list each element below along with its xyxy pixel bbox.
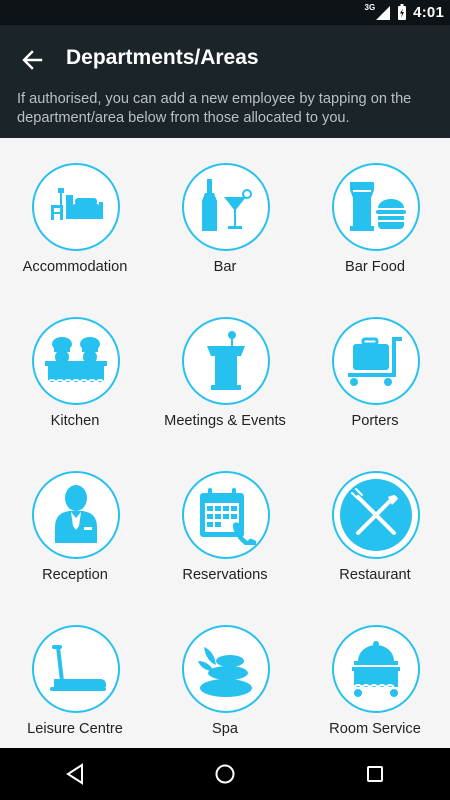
department-label: Reservations: [182, 567, 268, 583]
status-bar: 3G 4:01: [0, 0, 450, 25]
nav-home-button[interactable]: [195, 748, 255, 800]
department-label: Leisure Centre: [27, 721, 123, 737]
podium-icon: [182, 317, 270, 405]
chefs-icon: [32, 317, 120, 405]
department-label: Restaurant: [339, 567, 411, 583]
signal-icon: [376, 5, 391, 20]
department-tile-meetings-events[interactable]: Meetings & Events: [150, 292, 300, 446]
department-label: Room Service: [329, 721, 421, 737]
department-grid: Accommodation Bar Bar Food Kitchen Meeti…: [0, 138, 450, 748]
department-tile-bar[interactable]: Bar: [150, 138, 300, 292]
department-label: Porters: [351, 413, 399, 429]
spa-stones-icon: [182, 625, 270, 713]
department-label: Kitchen: [50, 413, 100, 429]
department-label: Bar Food: [344, 259, 406, 275]
calendar-phone-icon: [182, 471, 270, 559]
network-type: 3G: [364, 3, 376, 12]
department-tile-reservations[interactable]: Reservations: [150, 446, 300, 600]
clock: 4:01: [413, 4, 444, 21]
receptionist-icon: [32, 471, 120, 559]
fork-knife-icon: [332, 471, 420, 559]
department-label: Accommodation: [22, 259, 128, 275]
bottle-cocktail-icon: [182, 163, 270, 251]
cloche-trolley-icon: [332, 625, 420, 713]
department-label: Reception: [42, 567, 108, 583]
page-subtitle: If authorised, you can add a new employe…: [17, 91, 412, 126]
department-tile-leisure-centre[interactable]: Leisure Centre: [0, 600, 150, 748]
app-bar: Departments/Areas If authorised, you can…: [0, 25, 450, 138]
department-tile-bar-food[interactable]: Bar Food: [300, 138, 450, 292]
nav-back-button[interactable]: [45, 748, 105, 800]
bed-icon: [32, 163, 120, 251]
department-tile-room-service[interactable]: Room Service: [300, 600, 450, 748]
system-nav-bar: [0, 748, 450, 800]
department-tile-porters[interactable]: Porters: [300, 292, 450, 446]
treadmill-icon: [32, 625, 120, 713]
recents-square-icon: [367, 766, 383, 782]
department-tile-kitchen[interactable]: Kitchen: [0, 292, 150, 446]
home-circle-icon: [215, 764, 235, 784]
luggage-trolley-icon: [332, 317, 420, 405]
department-tile-reception[interactable]: Reception: [0, 446, 150, 600]
nav-recents-button[interactable]: [345, 748, 405, 800]
battery-icon: [398, 4, 407, 20]
department-tile-restaurant[interactable]: Restaurant: [300, 446, 450, 600]
department-tile-spa[interactable]: Spa: [150, 600, 300, 748]
department-label: Spa: [212, 721, 238, 737]
page-title: Departments/Areas: [66, 46, 259, 69]
department-tile-accommodation[interactable]: Accommodation: [0, 138, 150, 292]
beer-burger-icon: [332, 163, 420, 251]
back-button[interactable]: [12, 40, 52, 80]
arrow-left-icon: [22, 50, 43, 70]
department-label: Meetings & Events: [164, 413, 286, 429]
department-label: Bar: [213, 259, 237, 275]
back-triangle-icon: [66, 763, 83, 785]
